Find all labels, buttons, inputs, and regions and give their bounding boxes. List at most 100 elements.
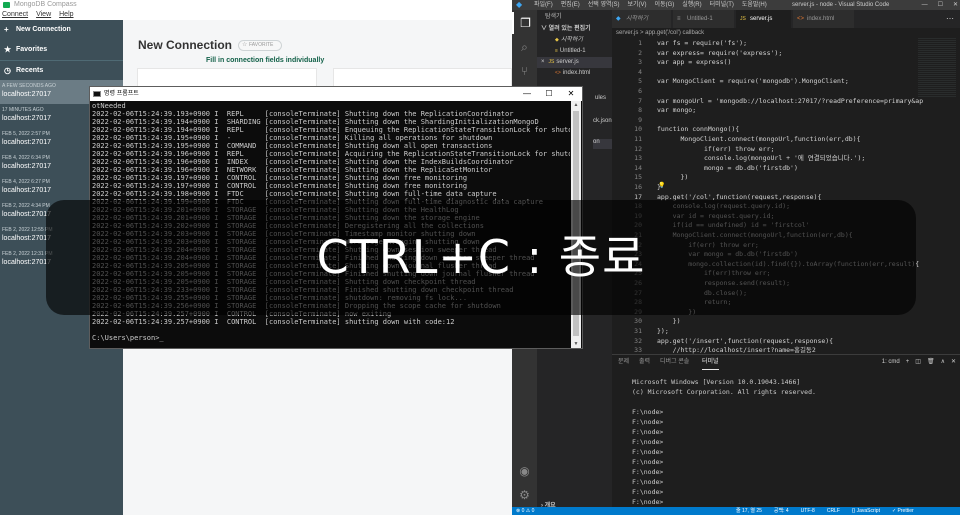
caption-text: CTRL+C : 종료 <box>316 230 646 284</box>
chevron-up-icon[interactable]: ∧ <box>941 359 945 365</box>
vscode-logo-icon: ◆ <box>516 0 523 9</box>
cmd-titlebar[interactable]: 명령 프롬프트 — ☐ ✕ <box>90 87 582 101</box>
terminal-line: F:\node> <box>632 478 664 486</box>
cmd-line: 2022-02-06T15:24:39.196+0900 I NETWORK [… <box>92 166 493 174</box>
split-icon[interactable]: ◫ <box>915 359 921 365</box>
lightbulb-icon[interactable]: 💡 <box>658 182 665 189</box>
fill-fields-link[interactable]: Fill in connection fields individually <box>206 57 324 64</box>
cmd-window-controls: — ☐ ✕ <box>516 87 582 101</box>
line-number: 33 <box>634 346 642 354</box>
cmd-window-title: 명령 프롬프트 <box>104 91 139 97</box>
cmd-line: 2022-02-06T15:24:39.194+0900 I SHARDING … <box>92 118 539 126</box>
trash-icon[interactable]: 🗑 <box>927 359 935 365</box>
favorite-label: FAVORITE <box>249 42 274 48</box>
menu-view[interactable]: 보기(V) <box>628 2 647 8</box>
explorer-header: 탐색기 <box>545 14 562 20</box>
code-line[interactable]: 33 //http://localhost/insert?name=홍길동2 <box>612 345 960 354</box>
close-icon[interactable]: × <box>541 59 545 65</box>
favorite-button[interactable]: ☆ FAVORITE <box>238 40 282 51</box>
language-mode[interactable]: {} JavaScript <box>852 508 880 514</box>
tab-index-html[interactable]: <> index.html <box>793 10 855 28</box>
html-file-icon: <> <box>555 70 561 76</box>
compass-window-title: MongoDB Compass <box>14 1 77 8</box>
open-editor-item[interactable]: ≡ Untitled-1 <box>537 46 612 57</box>
tab-terminal[interactable]: 터미널 <box>702 355 719 370</box>
cmd-line: 2022-02-06T15:24:39.197+0900 I CONTROL [… <box>92 182 468 190</box>
sidebar-recents[interactable]: ◷ Recents <box>0 60 123 80</box>
sidebar-new-connection[interactable]: + New Connection <box>0 20 123 40</box>
editor-tabs: ◆ 시작하기 ≡ Untitled-1 JS server.js <> index.ht… <box>612 10 960 28</box>
terminal-line: F:\node> <box>632 428 664 436</box>
tab-problems[interactable]: 문제 <box>618 355 629 369</box>
scroll-down-icon[interactable]: ▼ <box>571 340 581 348</box>
sidebar-recents-label: Recents <box>16 67 44 74</box>
cmd-line: 2022-02-06T15:24:39.257+0900 I CONTROL [… <box>92 318 455 326</box>
open-editor-name: index.html <box>562 70 591 76</box>
cmd-line: 2022-02-06T15:24:39.195+0900 I - [consol… <box>92 134 493 142</box>
open-editor-name: 시작하기 <box>560 37 583 43</box>
folder-fragment[interactable]: ules <box>595 95 606 101</box>
menu-help[interactable]: 도움말(H) <box>742 2 767 8</box>
tab-untitled[interactable]: ≡ Untitled-1 <box>673 10 735 28</box>
maximize-icon[interactable]: ☐ <box>538 87 560 101</box>
minimize-icon[interactable]: — <box>922 2 928 8</box>
file-fragment[interactable]: ck.json <box>593 118 612 124</box>
indentation[interactable]: 공백: 4 <box>774 508 789 514</box>
sidebar-favorites-label: Favorites <box>16 46 48 53</box>
status-bar: ⊗ 0 ⚠ 0 줄 17, 열 25 공백: 4 UTF-8 CRLF {} JavaS… <box>512 507 960 515</box>
compass-titlebar: MongoDB Compass <box>0 0 512 10</box>
vscode-menubar: 파일(F) 편집(E) 선택 영역(S) 보기(V) 이동(G) 실행(R) 터미널(T) 도… <box>534 0 775 10</box>
cmd-line: 2022-02-06T15:24:39.198+0900 I FTDC [con… <box>92 190 497 198</box>
menu-help[interactable]: Help <box>59 11 73 18</box>
source-control-icon[interactable]: ⑂ <box>512 60 537 82</box>
open-editor-item[interactable]: ◆ 시작하기 <box>537 35 612 46</box>
account-icon[interactable]: ◉ <box>512 460 537 482</box>
vscode-window-title: server.js - node - Visual Studio Code <box>792 2 890 8</box>
problems-status[interactable]: ⊗ 0 ⚠ 0 <box>516 507 534 515</box>
scroll-up-icon[interactable]: ▲ <box>571 101 581 109</box>
cursor-position[interactable]: 줄 17, 열 25 <box>736 508 762 514</box>
tab-debug-console[interactable]: 디버그 콘솔 <box>660 355 689 369</box>
menu-go[interactable]: 이동(G) <box>655 2 675 8</box>
search-icon[interactable]: ⌕ <box>512 36 537 58</box>
menu-edit[interactable]: 편집(E) <box>561 2 580 8</box>
close-icon[interactable]: ✕ <box>951 359 956 365</box>
status-right: 줄 17, 열 25 공백: 4 UTF-8 CRLF {} JavaScript ✓ P… <box>736 507 926 515</box>
maximize-icon[interactable]: ☐ <box>938 2 943 8</box>
terminal-line: F:\node> <box>632 438 664 446</box>
tab-welcome[interactable]: ◆ 시작하기 <box>612 10 672 28</box>
encoding[interactable]: UTF-8 <box>801 508 815 514</box>
gear-icon[interactable]: ⚙ <box>512 484 537 506</box>
shell-select[interactable]: 1: cmd <box>882 359 900 365</box>
open-editor-item[interactable]: <> index.html <box>537 68 612 79</box>
menu-connect[interactable]: Connect <box>2 11 28 18</box>
menu-file[interactable]: 파일(F) <box>534 2 553 8</box>
explorer-icon[interactable]: ❐ <box>512 12 537 34</box>
close-icon[interactable]: ✕ <box>560 87 582 101</box>
clock-icon: ◷ <box>4 66 11 75</box>
open-editor-item[interactable]: × JS server.js <box>537 57 612 68</box>
menu-view[interactable]: View <box>36 11 51 18</box>
compass-leaf-icon <box>3 2 10 8</box>
cmd-line: 2022-02-06T15:24:39.196+0900 I REPL [con… <box>92 150 570 158</box>
terminal-line: F:\node> <box>632 458 664 466</box>
tab-output[interactable]: 출력 <box>639 355 650 369</box>
close-icon[interactable]: ✕ <box>953 2 958 8</box>
file-fragment[interactable]: on <box>593 139 612 149</box>
prettier-status[interactable]: ✓ Prettier <box>892 508 914 514</box>
page-title: New Connection <box>138 38 233 52</box>
open-editors-section[interactable]: ∨ 열려 있는 편집기 <box>537 24 612 35</box>
more-actions-icon[interactable]: ⋯ <box>946 10 954 28</box>
line-ending[interactable]: CRLF <box>827 508 840 514</box>
terminal-line: F:\node> <box>632 488 664 496</box>
menu-terminal[interactable]: 터미널(T) <box>710 2 734 8</box>
sidebar-favorites[interactable]: ★ Favorites <box>0 40 123 60</box>
bottom-panel: 문제 출력 디버그 콘솔 터미널 1: cmd + ◫ 🗑 ∧ ✕ Microsoft W… <box>612 354 960 507</box>
tab-server-js[interactable]: JS server.js <box>736 10 792 28</box>
minimize-icon[interactable]: — <box>516 87 538 101</box>
plus-icon[interactable]: + <box>906 359 910 365</box>
breadcrumb[interactable]: server.js > app.get('/col') callback <box>612 28 960 38</box>
menu-run[interactable]: 실행(R) <box>682 2 701 8</box>
cmd-line: 2022-02-06T15:24:39.195+0900 I COMMAND [… <box>92 142 493 150</box>
menu-selection[interactable]: 선택 영역(S) <box>588 2 620 8</box>
